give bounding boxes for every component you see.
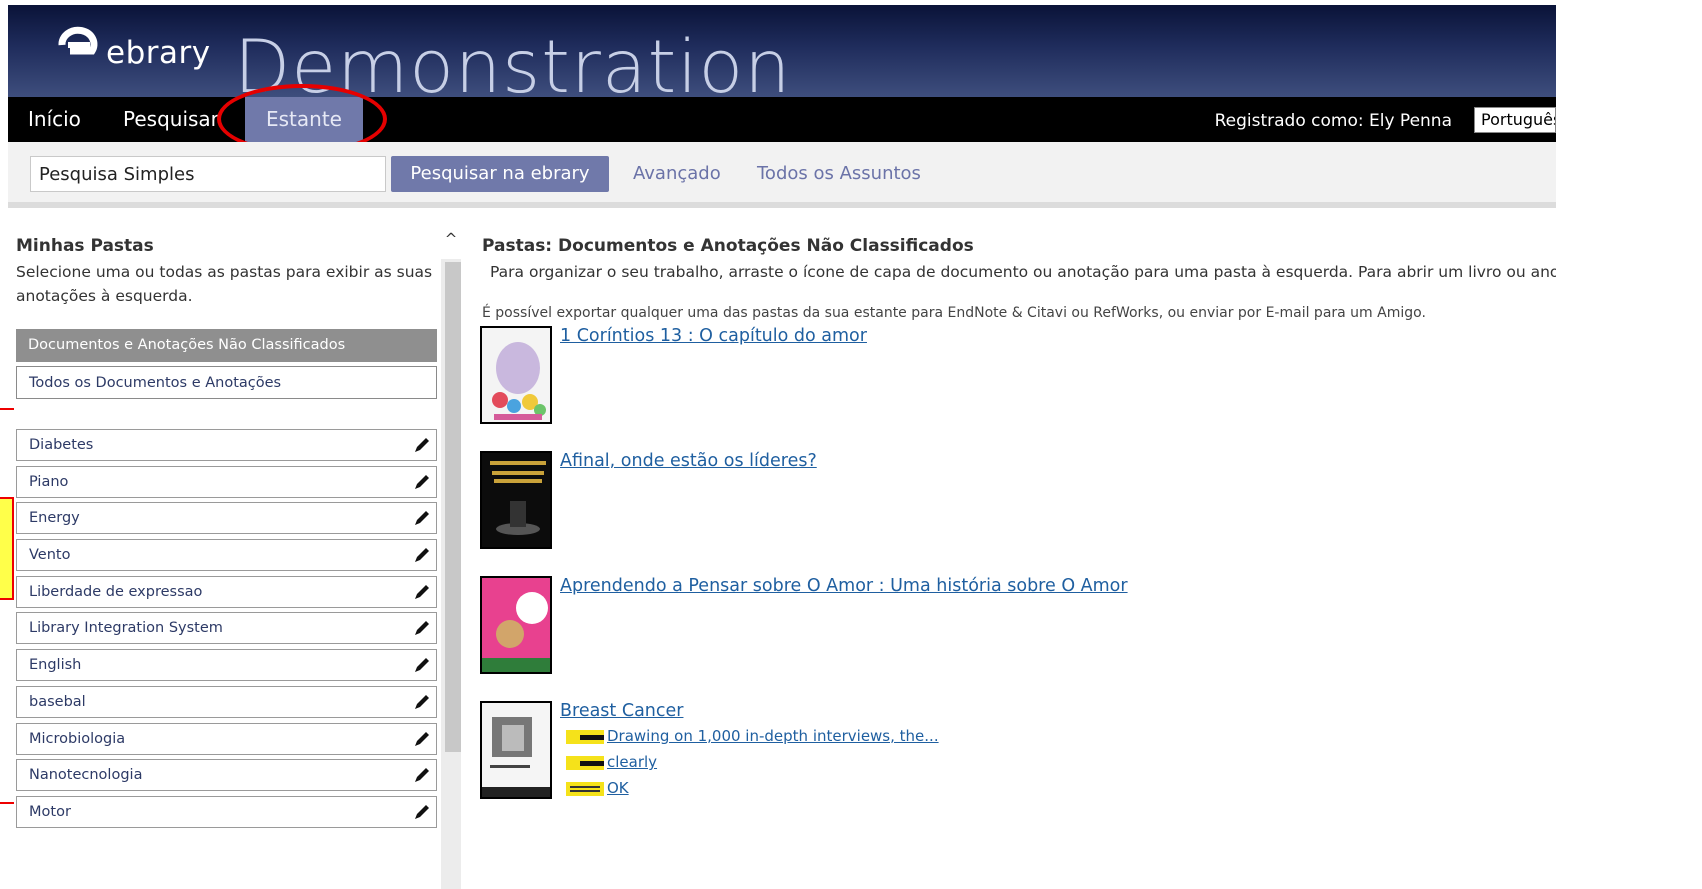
book-cover-image[interactable] xyxy=(480,701,552,799)
folder-label: Liberdade de expressao xyxy=(29,583,203,600)
tab-estante[interactable]: Estante xyxy=(245,97,363,142)
folder-label: basebal xyxy=(29,693,86,710)
folder-item[interactable]: Liberdade de expressao xyxy=(16,575,437,608)
documents-panel: Pastas: Documentos e Anotações Não Class… xyxy=(471,214,1556,889)
pencil-edit-icon[interactable] xyxy=(412,618,432,638)
pencil-edit-icon[interactable] xyxy=(412,582,432,602)
folder-label: Energy xyxy=(29,510,80,527)
logo-text: ebrary xyxy=(106,35,211,71)
red-annotation-mark xyxy=(0,408,14,420)
book-cover-image[interactable] xyxy=(480,326,552,424)
folder-item[interactable]: Motor xyxy=(16,795,437,828)
folder-label: Library Integration System xyxy=(29,620,223,637)
export-note: É possível exportar qualquer uma das pas… xyxy=(482,305,1426,321)
header-title: Demonstration xyxy=(234,25,792,97)
folder-all-documents[interactable]: Todos os Documentos e Anotações xyxy=(16,366,437,399)
red-annotation-mark xyxy=(0,802,14,816)
book-cover-image[interactable] xyxy=(480,451,552,549)
folder-item[interactable]: English xyxy=(16,649,437,682)
pencil-edit-icon[interactable] xyxy=(412,729,432,749)
advanced-search-link[interactable]: Avançado xyxy=(633,156,721,192)
document-title-link[interactable]: 1 Coríntios 13 : O capítulo do amor xyxy=(560,326,867,346)
folder-label: English xyxy=(29,657,82,674)
folder-content-title: Pastas: Documentos e Anotações Não Class… xyxy=(482,236,974,256)
book-cover-image[interactable] xyxy=(480,576,552,674)
pencil-edit-icon[interactable] xyxy=(412,435,432,455)
folder-item[interactable]: Nanotecnologia xyxy=(16,759,437,792)
document-title-link[interactable]: Aprendendo a Pensar sobre O Amor : Uma h… xyxy=(560,576,1128,596)
folder-item[interactable]: Diabetes xyxy=(16,429,437,461)
folder-list: Diabetes Piano Energy Vento Liberdade de… xyxy=(16,429,437,833)
folders-panel: Minhas Pastas Selecione uma ou todas as … xyxy=(8,214,461,889)
annotation-link[interactable]: Drawing on 1,000 in-depth interviews, th… xyxy=(607,727,939,745)
language-select[interactable]: Português xyxy=(1474,107,1556,133)
note-annotation-icon xyxy=(566,782,604,796)
header-banner: ebrary Demonstration xyxy=(8,5,1556,97)
folders-title: Minhas Pastas xyxy=(16,236,154,256)
search-bar: Pesquisar na ebrary Avançado Todos os As… xyxy=(8,142,1556,208)
folder-label: Vento xyxy=(29,547,71,564)
pencil-edit-icon[interactable] xyxy=(412,655,432,675)
all-subjects-link[interactable]: Todos os Assuntos xyxy=(757,156,921,192)
ebrary-logo-icon xyxy=(58,26,98,55)
instructions-text: Para organizar o seu trabalho, arraste o… xyxy=(490,263,1556,281)
document-title-link[interactable]: Breast Cancer xyxy=(560,701,683,721)
document-title-link[interactable]: Afinal, onde estão os líderes? xyxy=(560,451,817,471)
scroll-up-arrow-icon[interactable]: ^ xyxy=(441,230,461,250)
folder-unclassified[interactable]: Documentos e Anotações Não Classificados xyxy=(16,329,437,362)
folder-label: Microbiologia xyxy=(29,730,126,747)
pencil-edit-icon[interactable] xyxy=(412,802,432,822)
folder-item[interactable]: Microbiologia xyxy=(16,722,437,755)
folder-item[interactable]: Library Integration System xyxy=(16,612,437,645)
folder-label: Diabetes xyxy=(29,437,94,453)
pencil-edit-icon[interactable] xyxy=(412,508,432,528)
annotation-link[interactable]: clearly xyxy=(607,753,657,771)
folder-label: Nanotecnologia xyxy=(29,767,143,784)
tab-pesquisar[interactable]: Pesquisar xyxy=(103,97,239,142)
highlight-annotation-icon xyxy=(566,730,604,744)
folder-item[interactable]: basebal xyxy=(16,685,437,718)
folder-label: Motor xyxy=(29,803,71,820)
pencil-edit-icon[interactable] xyxy=(412,765,432,785)
search-input[interactable] xyxy=(30,156,386,192)
folders-description: Selecione uma ou todas as pastas para ex… xyxy=(16,263,433,305)
nav-bar: Início Pesquisar Estante Registrado como… xyxy=(8,97,1556,142)
yellow-highlight-annotation xyxy=(0,497,14,600)
annotation-link[interactable]: OK xyxy=(607,779,629,797)
scrollbar-thumb[interactable] xyxy=(445,262,461,752)
pencil-edit-icon[interactable] xyxy=(412,472,432,492)
folder-label: Piano xyxy=(29,473,69,490)
pencil-edit-icon[interactable] xyxy=(412,692,432,712)
pencil-edit-icon[interactable] xyxy=(412,545,432,565)
search-button[interactable]: Pesquisar na ebrary xyxy=(391,156,609,192)
folder-item[interactable]: Vento xyxy=(16,539,437,572)
highlight-annotation-icon xyxy=(566,756,604,770)
folder-item[interactable]: Energy xyxy=(16,502,437,535)
folder-item[interactable]: Piano xyxy=(16,465,437,498)
tab-inicio[interactable]: Início xyxy=(8,97,101,142)
registered-user-label: Registrado como: Ely Penna xyxy=(1214,111,1452,131)
